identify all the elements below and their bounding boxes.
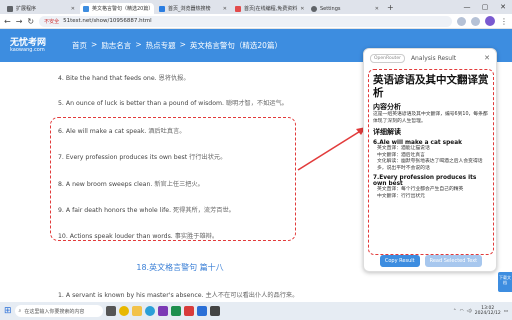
read-selected-button[interactable]: Read Selected Text xyxy=(424,255,483,267)
close-icon[interactable]: ✕ xyxy=(484,54,490,62)
clock[interactable]: 13:02 2024/12/12 xyxy=(475,306,501,316)
volume-icon[interactable]: ◁) xyxy=(467,309,472,314)
provider-badge: OpenRouter xyxy=(370,53,405,63)
panel-header: OpenRouter Analysis Result ✕ xyxy=(364,49,496,67)
windows-start-icon[interactable]: ⊞ xyxy=(4,306,12,316)
panel-actions: Copy Result Read Selected Text xyxy=(364,255,498,267)
item-line: 文化解读：幽默夸张地表达了喝酒之后人会变得话多，说出平时不会说的话 xyxy=(377,159,483,171)
section-title: 内容分析 xyxy=(373,103,401,111)
app-icon[interactable] xyxy=(183,306,194,316)
analysis-panel: OpenRouter Analysis Result ✕ 英语谚语及其中文翻译赏… xyxy=(363,48,497,272)
chrome-icon[interactable] xyxy=(118,306,129,316)
taskbar: ⊞ ⌕ 在这里输入你要搜索的内容 ⌃ ◠ ◁) 13:02 2024/12/12 … xyxy=(0,302,512,320)
wifi-icon[interactable]: ◠ xyxy=(460,309,464,314)
section-text: 这是一组英语谚语及其中文翻译，编号6到10，每条都体现了深刻的人生哲理。 xyxy=(373,112,488,124)
analysis-result: 英语谚语及其中文翻译赏析 内容分析 这是一组英语谚语及其中文翻译，编号6到10，… xyxy=(368,69,494,255)
file-explorer-icon[interactable] xyxy=(131,306,142,316)
task-view-icon[interactable] xyxy=(105,306,116,316)
app-icon[interactable] xyxy=(209,306,220,316)
app-icon[interactable] xyxy=(157,306,168,316)
download-doc-button[interactable]: 下载文档 xyxy=(498,272,512,292)
app-icon[interactable] xyxy=(196,306,207,316)
app-icon[interactable] xyxy=(170,306,181,316)
chevron-up-icon[interactable]: ⌃ xyxy=(453,309,457,314)
section-title: 详细解读 xyxy=(373,128,401,136)
item-line: 中文翻译：行行出状元 xyxy=(377,193,425,199)
panel-title: Analysis Result xyxy=(410,54,457,62)
system-tray: ⌃ ◠ ◁) 13:02 2024/12/12 ▭ xyxy=(453,306,512,316)
result-title: 英语谚语及其中文翻译赏析 xyxy=(373,74,489,99)
taskbar-search-input[interactable]: ⌕ 在这里输入你要搜索的内容 xyxy=(14,305,103,317)
copy-result-button[interactable]: Copy Result xyxy=(379,255,420,267)
item-title: 7.Every profession produces its own best xyxy=(373,175,477,187)
search-icon: ⌕ xyxy=(18,308,22,314)
notification-icon[interactable]: ▭ xyxy=(504,309,508,314)
edge-icon[interactable] xyxy=(144,306,155,316)
